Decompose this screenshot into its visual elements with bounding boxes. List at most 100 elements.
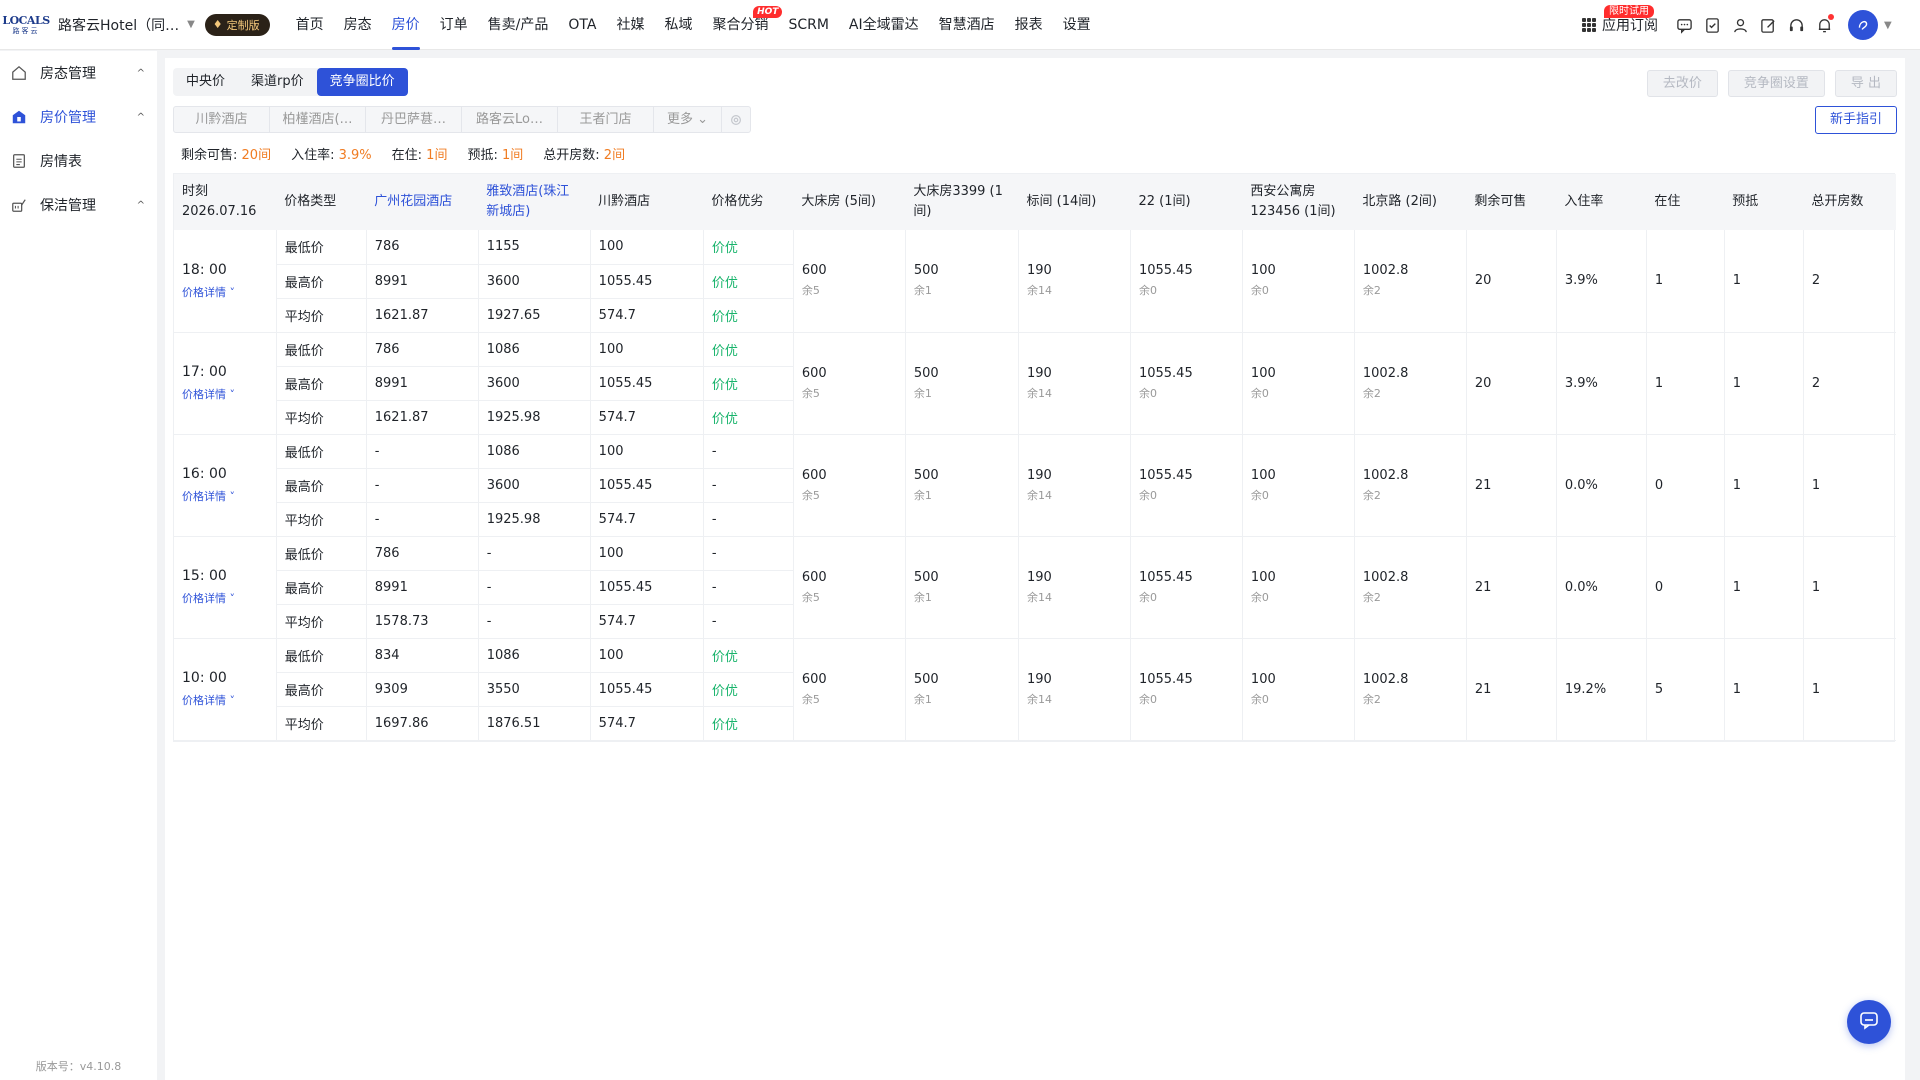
room-price-value: 500 [913,569,939,585]
price-detail-link[interactable]: 价格详情 ˅ [182,590,235,606]
nav-item-13[interactable]: 设置 [1053,0,1101,50]
room-price-cell: 190 余14 [1018,434,1131,537]
bell-icon[interactable] [1815,14,1834,34]
change-price-button[interactable]: 去改价 [1646,70,1718,97]
col-hotel-1[interactable]: 广州花园酒店 [366,174,479,230]
occupancy-cell: 0.0% [1555,434,1647,537]
nav-item-label: 房价 [391,16,420,33]
nav-item-label: 聚合分销 [712,16,769,33]
room-remaining-value: 余5 [801,590,820,604]
more-filter-dropdown[interactable]: 更多 ⌄ [654,107,722,132]
price-detail-link[interactable]: 价格详情 ˅ [182,488,235,504]
room-price-cell: 100 余0 [1241,638,1355,741]
nav-item-6[interactable]: 社媒 [606,0,654,50]
nav-item-12[interactable]: 报表 [1005,0,1053,50]
hotel-switcher-label[interactable]: 路客云Hotel（同… [58,15,179,35]
edit-icon[interactable] [1759,16,1777,34]
sidebar-item-label: 房态管理 [40,66,96,82]
room-remaining-value: 余0 [1250,488,1269,502]
guide-button[interactable]: 新手指引 [1814,106,1897,134]
room-price-cell: 600 余5 [792,434,906,537]
room-remaining-value: 余14 [1027,692,1053,706]
nav-item-7[interactable]: 私域 [654,0,702,50]
price-detail-link[interactable]: 价格详情 ˅ [182,386,235,402]
nav-item-10[interactable]: AI全域雷达 [839,0,929,50]
room-price-cell: 100 余0 [1241,332,1355,435]
room-price-value: 1002.8 [1362,365,1409,381]
headset-icon[interactable] [1787,16,1805,34]
locals-logo[interactable]: LOCALS 路客云 [2,5,50,45]
room-price-value: 1055.45 [1138,569,1193,585]
summary-remaining: 剩余可售: 20间 [181,144,271,163]
price-type-cell: 最高价 [275,672,367,707]
app-subscribe-label: 应用订阅 [1602,18,1658,34]
tab-1[interactable]: 渠道rp价 [238,68,317,96]
chevron-down-icon[interactable]: ▼ [1884,20,1920,31]
hotel-1-price-cell: 9309 [365,672,479,707]
room-price-cell: 100 余0 [1241,536,1355,639]
room-price-cell: 1002.8 余2 [1353,230,1467,333]
user-icon[interactable] [1731,16,1749,34]
app-subscribe-button[interactable]: 应用订阅 限时试用 [1582,5,1658,35]
sidebar-item-label: 房情表 [40,154,82,170]
tab-0[interactable]: 中央价 [173,68,238,96]
price-detail-link[interactable]: 价格详情 ˅ [182,692,235,708]
sidebar-item-room-report[interactable]: 房情表 [0,139,157,183]
sidebar-item-cleaning[interactable]: 保洁管理 ^ [0,183,157,227]
nav-item-label: 首页 [295,16,324,33]
hotel-filter-item[interactable]: 柏槿酒店(… [270,107,366,132]
remaining-cell: 21 [1465,536,1557,639]
chat-icon [1859,1010,1879,1034]
gear-icon[interactable] [722,107,750,132]
price-type-cell: 平均价 [275,400,367,435]
hotel-3-price-cell: 1055.45 [589,468,704,503]
advantage-cell: - [702,502,794,537]
main-nav: 首页 房态 房价 订单 售卖/产品 OTA 社媒 私域 聚合分销 HOT SCRM AI全域雷达 智慧酒… [286,0,1101,50]
nav-item-4[interactable]: 售卖/产品 [478,0,559,50]
chevron-down-icon[interactable]: ▼ [187,19,195,30]
nav-item-3[interactable]: 订单 [430,0,478,50]
nav-item-9[interactable]: SCRM [778,0,838,50]
tab-2[interactable]: 竞争圈比价 [316,68,408,96]
price-detail-link[interactable]: 价格详情 ˅ [182,284,235,300]
sidebar-item-price-management[interactable]: 房价管理 ^ [0,95,157,139]
room-remaining-value: 余5 [801,692,820,706]
price-tag-icon [10,108,28,126]
hotel-filter-item[interactable]: 路客云Lo… [462,107,558,132]
price-detail-label: 价格详情 [182,592,226,605]
room-price-value: 1002.8 [1362,467,1409,483]
room-price-value: 600 [801,263,827,279]
nav-item-11[interactable]: 智慧酒店 [929,0,1005,50]
room-remaining-value: 余5 [801,386,820,400]
hotel-3-price-cell: 100 [589,638,704,673]
room-price-value: 100 [1250,263,1276,279]
action-buttons: 去改价 竞争圈设置 导 出 [1646,70,1897,97]
chat-support-button[interactable] [1847,1000,1891,1044]
avatar[interactable] [1848,10,1878,40]
nav-item-8[interactable]: 聚合分销 HOT [702,0,783,50]
hotel-filter-item[interactable]: 丹巴萨葚… [366,107,462,132]
message-icon[interactable] [1675,16,1693,34]
nav-item-0[interactable]: 首页 [286,0,334,50]
nav-item-label: SCRM [788,16,829,33]
checklist-icon[interactable] [1703,16,1721,34]
hotel-3-price-cell: 1055.45 [589,366,704,401]
col-occupancy: 入住率 [1556,174,1647,230]
chevron-up-icon: ^ [136,199,145,211]
hotel-filter-item[interactable]: 王者门店 [558,107,654,132]
col-hotel-2[interactable]: 雅致酒店(珠江新城店) [478,174,591,230]
price-type-cell: 平均价 [275,604,367,639]
nav-item-5[interactable]: OTA [558,0,606,50]
circle-settings-button[interactable]: 竞争圈设置 [1727,70,1825,97]
room-price-cell: 100 余0 [1241,434,1355,537]
nav-item-2[interactable]: 房价 [382,0,430,50]
nav-item-1[interactable]: 房态 [334,0,382,50]
table-header-row: 时刻 2026.07.16 价格类型 广州花园酒店 雅致酒店(珠江新城店) 川黔酒… [174,174,1896,230]
room-price-value: 100 [1250,467,1276,483]
summary-remaining-label: 剩余可售: [181,148,238,163]
sidebar-item-room-status[interactable]: 房态管理 ^ [0,51,157,95]
export-button[interactable]: 导 出 [1834,70,1897,97]
room-price-cell: 190 余14 [1018,230,1131,333]
hotel-filter-item[interactable]: 川黔酒店 [174,107,270,132]
room-price-value: 600 [801,365,827,381]
